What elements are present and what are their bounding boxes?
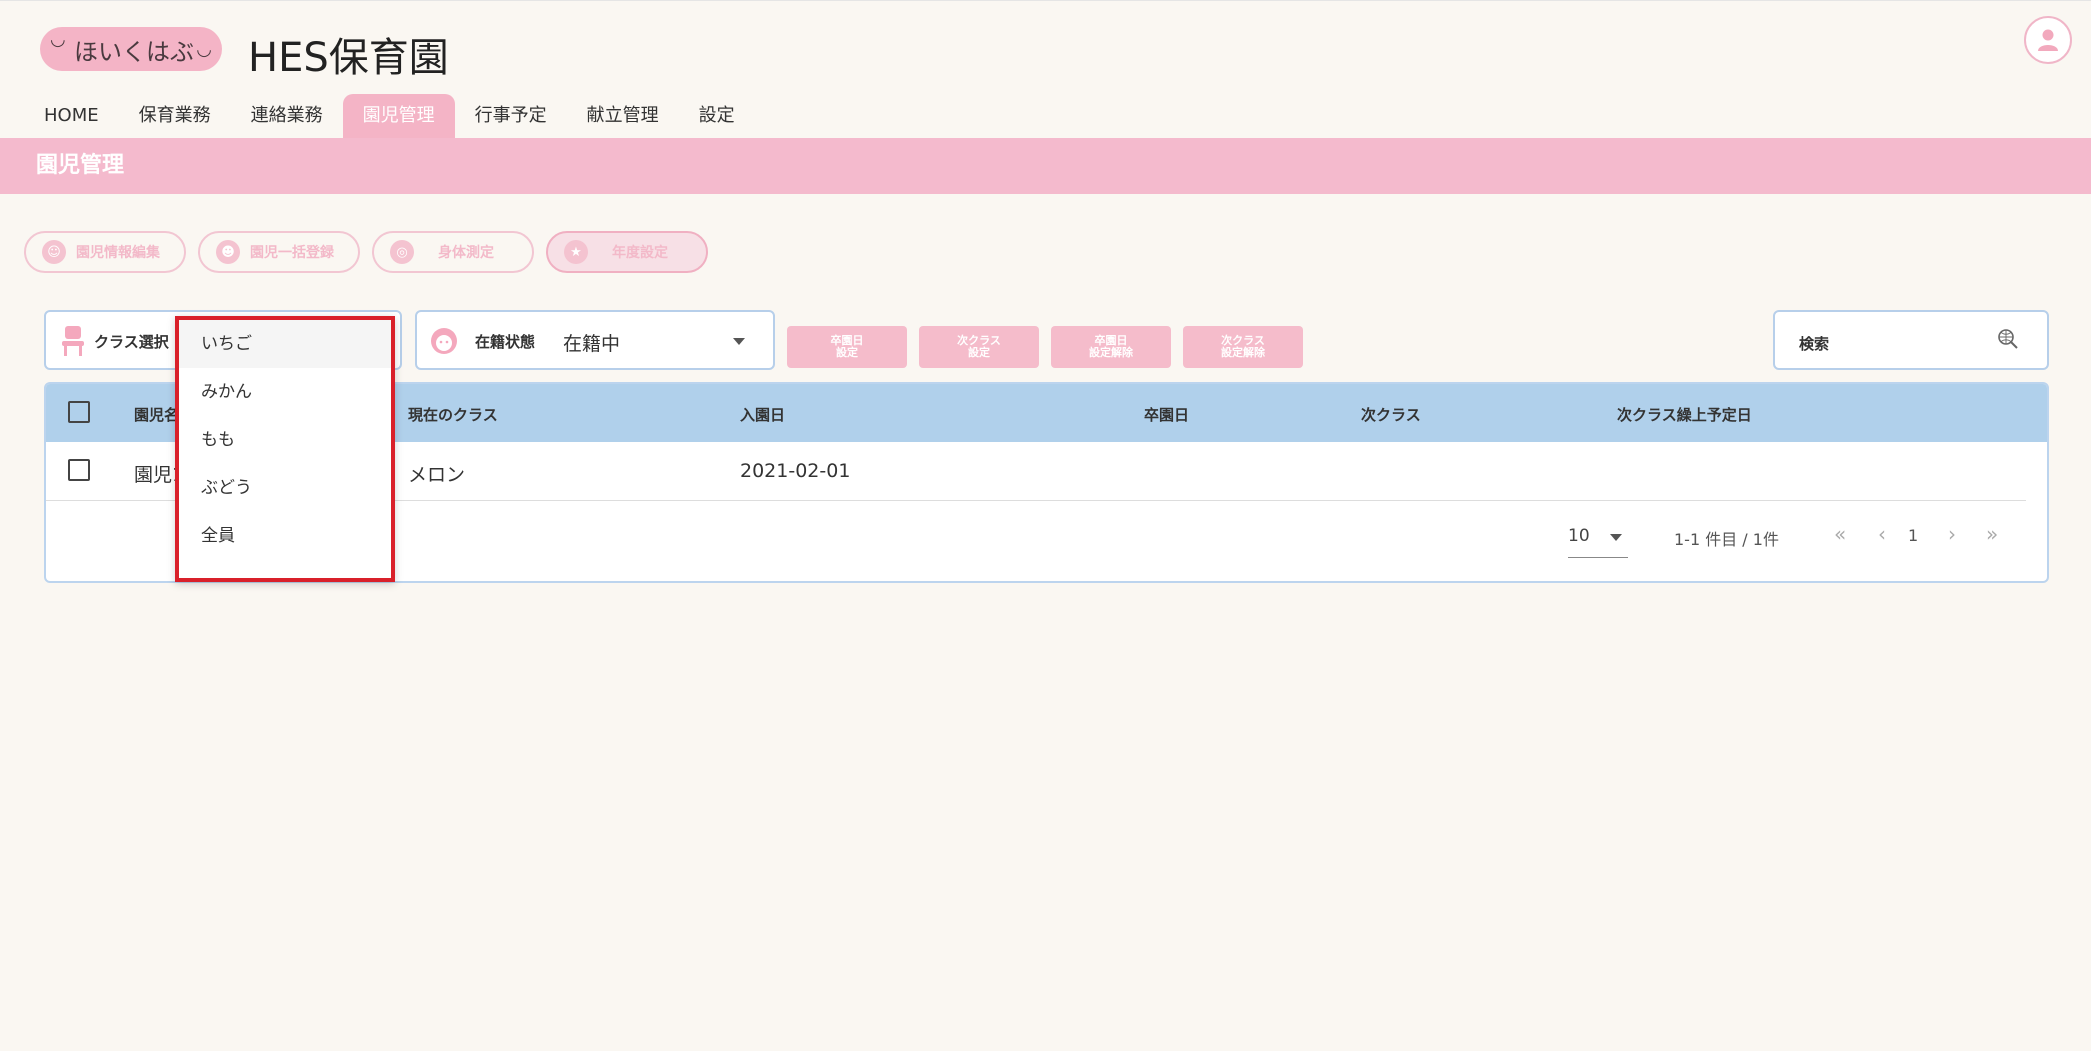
bulk-register-button[interactable]: ☻ 園児一括登録 (198, 231, 360, 273)
logo-text: ほいくはぶ (74, 37, 194, 66)
row-checkbox[interactable] (68, 459, 90, 481)
current-page: 1 (1908, 526, 1919, 545)
enrollment-status-select[interactable]: 在籍状態 在籍中 (415, 310, 775, 370)
search-label: 検索 (1799, 335, 1830, 353)
nav-item-childcare[interactable]: 保育業務 (119, 94, 231, 138)
chair-icon (62, 326, 84, 356)
column-header-name[interactable]: 園児名 (134, 404, 179, 425)
class-select-label: クラス選択 (94, 333, 169, 351)
chevron-down-icon (1610, 534, 1622, 541)
cell-enroll-date: 2021-02-01 (740, 460, 851, 482)
header: ◡ ほいくはぶ ◡ HES保育園 (0, 0, 2091, 90)
enrollment-status-label: 在籍状態 (475, 333, 536, 351)
group-icon: ☻ (216, 240, 240, 264)
child-info-edit-label: 園児情報編集 (76, 245, 160, 261)
graduation-date-clear-label: 卒園日 設定解除 (1089, 334, 1133, 359)
nav-item-child-management[interactable]: 園児管理 (342, 94, 455, 138)
body-measure-button[interactable]: ◎ 身体測定 (372, 231, 534, 273)
body-measure-label: 身体測定 (438, 245, 494, 261)
next-page-icon[interactable]: › (1948, 522, 1956, 546)
class-dropdown-menu: いちご みかん もも ぶどう 全員 (175, 316, 395, 582)
class-option-momo[interactable]: もも (179, 416, 391, 464)
column-header-next-class[interactable]: 次クラス (1361, 404, 1421, 425)
site-title: HES保育園 (248, 35, 449, 81)
graduation-date-set-button[interactable]: 卒園日 設定 (787, 326, 907, 368)
child-info-edit-button[interactable]: ☺ 園児情報編集 (24, 231, 186, 273)
next-class-clear-button[interactable]: 次クラス 設定解除 (1183, 326, 1303, 368)
rows-per-page-value: 10 (1568, 526, 1590, 546)
search-icon[interactable] (1997, 328, 2019, 350)
column-header-grad-date[interactable]: 卒園日 (1144, 404, 1189, 425)
enrollment-status-value: 在籍中 (563, 333, 621, 355)
column-header-next-class-date[interactable]: 次クラス繰上予定日 (1617, 404, 1752, 425)
class-option-mikan[interactable]: みかん (179, 368, 391, 416)
next-class-clear-label: 次クラス 設定解除 (1221, 334, 1265, 359)
nav-item-contact[interactable]: 連絡業務 (231, 94, 343, 138)
user-icon (2038, 29, 2058, 51)
smile-icon: ◡ (50, 29, 66, 50)
star-badge-icon: ★ (564, 240, 588, 264)
column-header-enroll-date[interactable]: 入園日 (740, 404, 785, 425)
child-face-icon: ☺ (42, 240, 66, 264)
first-page-icon[interactable]: « (1834, 522, 1846, 546)
year-setting-button[interactable]: ★ 年度設定 (546, 231, 708, 273)
select-all-checkbox[interactable] (68, 401, 90, 423)
smile-icon: ◡ (196, 39, 212, 60)
class-option-all[interactable]: 全員 (179, 512, 391, 560)
class-option-budou[interactable]: ぶどう (179, 464, 391, 512)
class-option-ichigo[interactable]: いちご (179, 320, 391, 368)
logo[interactable]: ◡ ほいくはぶ ◡ (40, 27, 222, 71)
chevron-down-icon (733, 338, 745, 345)
nav-item-home[interactable]: HOME (24, 94, 119, 138)
year-setting-label: 年度設定 (612, 245, 668, 261)
pagination-range: 1-1 件目 / 1件 (1674, 530, 1779, 549)
nav-item-events[interactable]: 行事予定 (455, 94, 567, 138)
graduation-date-set-label: 卒園日 設定 (830, 334, 864, 359)
tape-measure-icon: ◎ (390, 240, 414, 264)
next-class-set-button[interactable]: 次クラス 設定 (919, 326, 1039, 368)
search-input[interactable]: 検索 (1773, 310, 2049, 370)
nav-item-settings[interactable]: 設定 (679, 94, 755, 138)
user-avatar-button[interactable] (2024, 16, 2072, 64)
nav-item-menu[interactable]: 献立管理 (567, 94, 679, 138)
cell-current-class: メロン (408, 464, 466, 486)
page-title: 園児管理 (0, 138, 2091, 194)
next-class-set-label: 次クラス 設定 (957, 334, 1001, 359)
bulk-register-label: 園児一括登録 (250, 245, 334, 261)
main-nav: HOME 保育業務 連絡業務 園児管理 行事予定 献立管理 設定 (24, 94, 755, 138)
graduation-date-clear-button[interactable]: 卒園日 設定解除 (1051, 326, 1171, 368)
column-header-current-class[interactable]: 現在のクラス (408, 404, 498, 425)
last-page-icon[interactable]: » (1986, 522, 1998, 546)
rows-per-page-select[interactable]: 10 (1568, 526, 1628, 558)
child-face-icon (431, 328, 457, 354)
prev-page-icon[interactable]: ‹ (1878, 522, 1886, 546)
